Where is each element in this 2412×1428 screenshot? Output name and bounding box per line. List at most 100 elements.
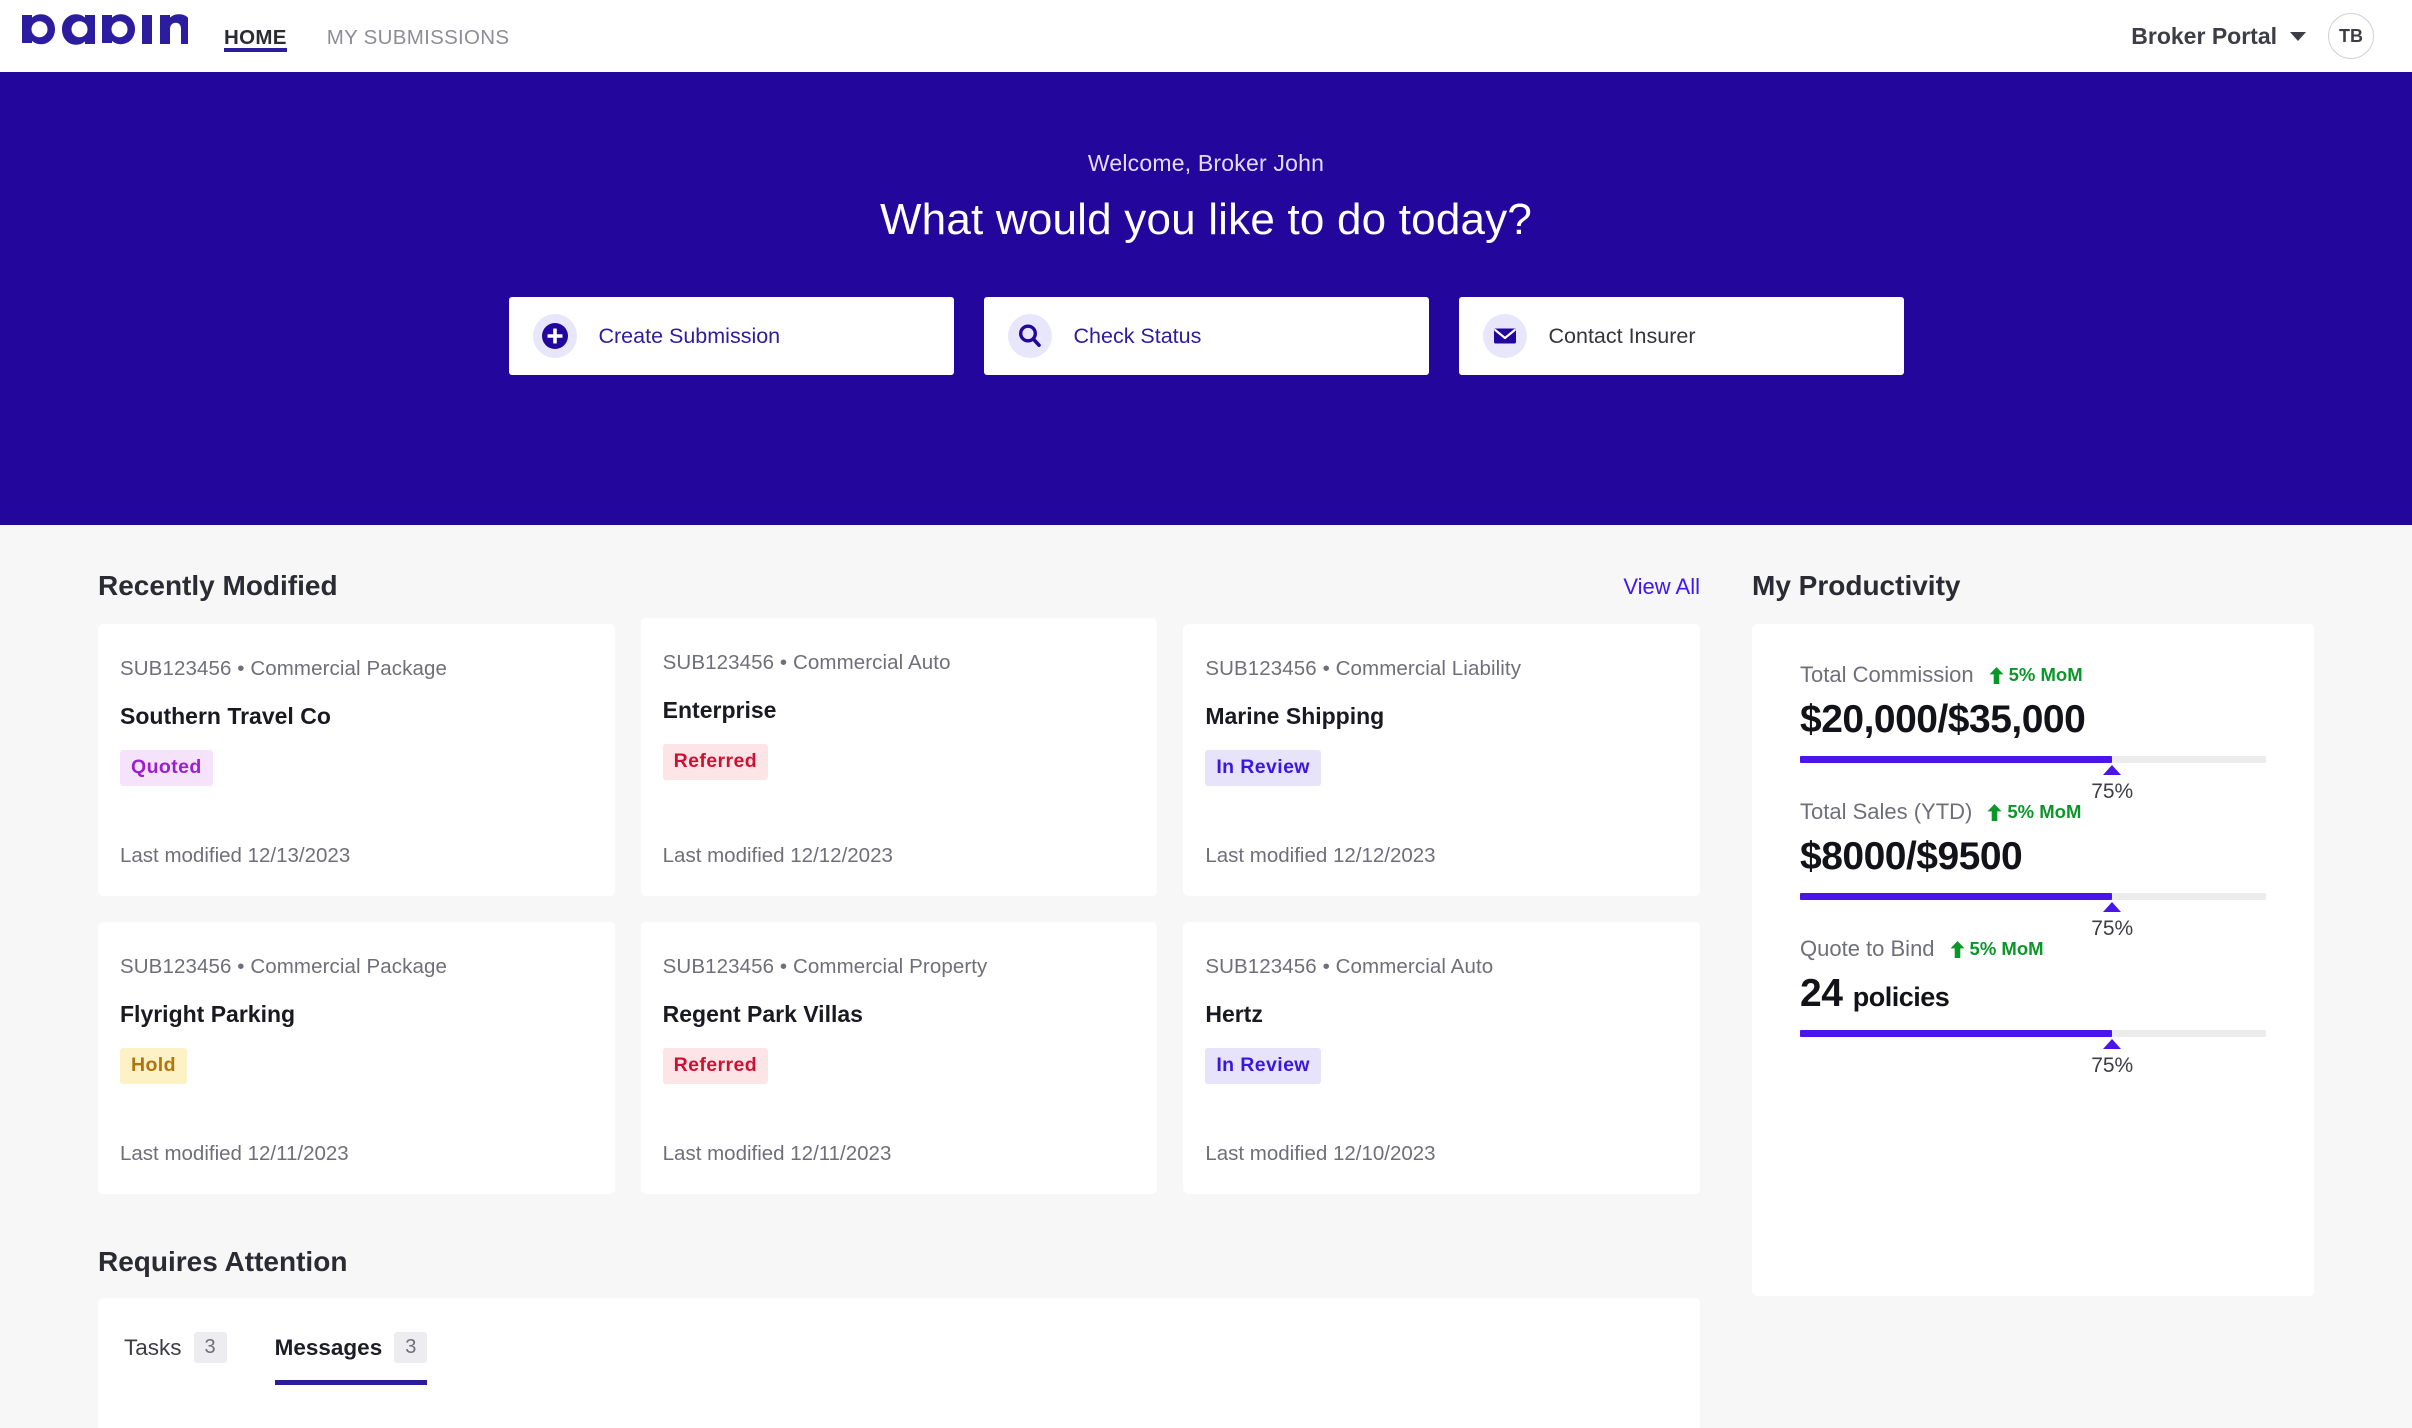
tab-messages[interactable]: Messages 3 — [274, 1332, 428, 1385]
create-submission-button[interactable]: Create Submission — [508, 297, 954, 375]
progress-fill — [1800, 756, 2113, 763]
metric-value: $20,000/$35,000 — [1800, 698, 2086, 741]
nav-item-my-submissions-label: MY SUBMISSIONS — [326, 26, 510, 49]
tab-tasks-label: Tasks — [124, 1334, 182, 1360]
status-badge: In Review — [1205, 750, 1321, 786]
metric-total-sales-ytd: Total Sales (YTD) 5% MoM $8000/$9500 75% — [1800, 799, 2266, 940]
metric-label: Total Commission — [1800, 662, 1974, 687]
contact-insurer-label: Contact Insurer — [1548, 323, 1696, 348]
productivity-header: My Productivity — [1752, 525, 2314, 624]
create-submission-label: Create Submission — [598, 323, 781, 348]
main-nav: HOME MY SUBMISSIONS — [224, 0, 509, 72]
status-badge: Quoted — [120, 750, 213, 786]
progress-target-label: 75% — [2091, 780, 2134, 803]
app-header: HOME MY SUBMISSIONS Broker Portal TB — [0, 0, 2412, 72]
metric-label: Total Sales (YTD) — [1800, 799, 1973, 824]
progress-target-label: 75% — [2091, 917, 2134, 940]
submission-name: Southern Travel Co — [120, 703, 331, 729]
metric-delta: 5% MoM — [1949, 938, 2044, 960]
metric-value: 24 policies — [1800, 972, 2266, 1016]
arrow-up-icon — [1989, 666, 2004, 684]
hero-banner: Welcome, Broker John What would you like… — [0, 72, 2412, 525]
view-all-link[interactable]: View All — [1623, 574, 1700, 602]
tab-tasks[interactable]: Tasks 3 — [124, 1332, 227, 1385]
submission-card[interactable]: SUB123456 • Commercial Liability Marine … — [1183, 624, 1700, 896]
submission-meta: SUB123456 • Commercial Liability — [1205, 657, 1522, 680]
metric-delta-label: 5% MoM — [2007, 801, 2082, 822]
portal-switcher-label: Broker Portal — [2131, 22, 2277, 49]
submission-meta: SUB123456 • Commercial Property — [662, 955, 988, 978]
submission-card[interactable]: SUB123456 • Commercial Package Flyright … — [98, 922, 615, 1194]
tab-tasks-count: 3 — [193, 1332, 227, 1363]
arrow-up-icon — [1987, 803, 2002, 821]
metric-head: Quote to Bind 5% MoM — [1800, 936, 2266, 962]
metric-delta: 5% MoM — [1986, 801, 2081, 823]
attention-tabs: Tasks 3 Messages 3 — [124, 1298, 1674, 1385]
check-status-button[interactable]: Check Status — [983, 297, 1429, 375]
metric-progress: 75% — [1800, 1030, 2266, 1077]
submission-last-modified: Last modified 12/11/2023 — [120, 1142, 349, 1165]
submission-card[interactable]: SUB123456 • Commercial Package Southern … — [98, 624, 615, 896]
tab-messages-label: Messages — [274, 1334, 383, 1360]
status-badge: In Review — [1205, 1048, 1321, 1084]
submission-meta: SUB123456 • Commercial Package — [120, 657, 447, 680]
metric-value-unit: policies — [1852, 982, 1950, 1012]
submission-card[interactable]: SUB123456 • Commercial Property Regent P… — [640, 922, 1158, 1194]
submission-meta: SUB123456 • Commercial Auto — [1205, 955, 1494, 978]
submission-meta: SUB123456 • Commercial Package — [120, 955, 447, 978]
submission-name: Flyright Parking — [120, 1001, 296, 1027]
metric-head: Total Sales (YTD) 5% MoM — [1800, 799, 2266, 825]
metric-total-commission: Total Commission 5% MoM $20,000/$35,000 … — [1800, 662, 2266, 803]
avatar[interactable]: TB — [2328, 13, 2374, 59]
status-badge: Referred — [662, 744, 769, 780]
submission-card[interactable]: SUB123456 • Commercial Auto Enterprise R… — [640, 618, 1158, 896]
submission-last-modified: Last modified 12/13/2023 — [120, 844, 351, 867]
avatar-initials: TB — [2339, 25, 2363, 46]
metric-delta: 5% MoM — [1988, 664, 2083, 686]
submission-name: Regent Park Villas — [662, 1001, 863, 1027]
progress-track — [1800, 756, 2266, 763]
submission-name: Marine Shipping — [1205, 703, 1385, 729]
hero-actions: Create Submission Check Status Contact I… — [508, 297, 1904, 375]
check-status-label: Check Status — [1073, 323, 1202, 348]
main-content: Recently Modified View All SUB123456 • C… — [0, 525, 2412, 1428]
recently-modified-header: Recently Modified View All — [98, 525, 1700, 624]
submission-meta: SUB123456 • Commercial Auto — [662, 651, 951, 674]
hero-title: What would you like to do today? — [879, 195, 1533, 244]
recently-modified-title: Recently Modified — [98, 570, 338, 601]
right-column: My Productivity Total Commission 5% MoM … — [1752, 525, 2314, 1428]
nav-item-home-label: HOME — [224, 26, 287, 49]
productivity-card: Total Commission 5% MoM $20,000/$35,000 … — [1752, 624, 2314, 1296]
metric-delta-label: 5% MoM — [2008, 664, 2083, 685]
contact-insurer-button[interactable]: Contact Insurer — [1458, 297, 1904, 375]
metric-progress: 75% — [1800, 893, 2266, 940]
metric-value-number: 24 — [1800, 972, 1843, 1015]
requires-attention-title: Requires Attention — [98, 1246, 348, 1277]
progress-track — [1800, 893, 2266, 900]
envelope-icon — [1482, 314, 1527, 358]
plus-circle-icon — [532, 314, 577, 358]
metric-value: $8000/$9500 — [1800, 835, 2023, 878]
nav-item-my-submissions[interactable]: MY SUBMISSIONS — [327, 0, 510, 72]
progress-fill — [1800, 1030, 2113, 1037]
progress-marker — [2103, 765, 2122, 775]
nav-item-home[interactable]: HOME — [224, 0, 287, 72]
tab-messages-count: 3 — [394, 1332, 428, 1363]
metric-head: Total Commission 5% MoM — [1800, 662, 2266, 688]
submission-card[interactable]: SUB123456 • Commercial Auto Hertz In Rev… — [1183, 922, 1700, 1194]
appian-logo[interactable] — [20, 13, 188, 59]
submission-last-modified: Last modified 12/12/2023 — [662, 844, 893, 867]
productivity-title: My Productivity — [1752, 570, 1961, 601]
submission-name: Hertz — [1205, 1001, 1263, 1027]
status-badge: Hold — [120, 1048, 187, 1084]
portal-switcher[interactable]: Broker Portal — [2131, 23, 2306, 50]
submission-last-modified: Last modified 12/12/2023 — [1205, 844, 1436, 867]
requires-attention-header: Requires Attention — [98, 1194, 1700, 1298]
progress-target-label: 75% — [2091, 1054, 2134, 1077]
submission-last-modified: Last modified 12/11/2023 — [662, 1142, 892, 1165]
left-column: Recently Modified View All SUB123456 • C… — [98, 525, 1700, 1428]
progress-marker — [2103, 1039, 2122, 1049]
progress-track — [1800, 1030, 2266, 1037]
metric-delta-label: 5% MoM — [1969, 938, 2044, 959]
submission-last-modified: Last modified 12/10/2023 — [1205, 1142, 1436, 1165]
